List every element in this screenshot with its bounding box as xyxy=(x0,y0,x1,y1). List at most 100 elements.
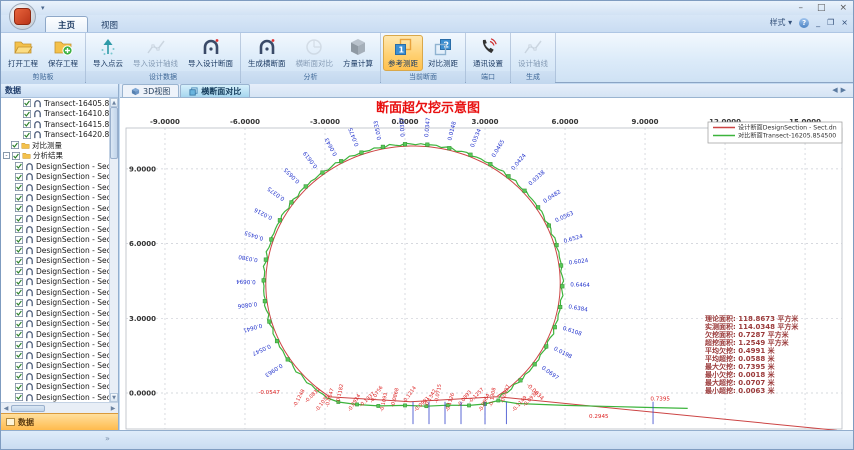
ribbon-button-reference-station[interactable]: 1参考测距 xyxy=(383,35,423,71)
tree-item-label: DesignSection - Sect xyxy=(36,393,109,402)
ribbon-button-compare-station[interactable]: 2对比测距 xyxy=(423,35,463,71)
tree-item-designsection[interactable]: DesignSection - Sect xyxy=(1,256,109,267)
tree-item-designsection[interactable]: DesignSection - Sect xyxy=(1,371,109,382)
ribbon-minimize-button[interactable]: _ xyxy=(816,18,820,27)
tree-item-folder[interactable]: 对比测量 xyxy=(1,140,109,151)
tree-item-folder[interactable]: -分析结果 xyxy=(1,151,109,162)
checkbox-icon[interactable] xyxy=(23,120,31,128)
scroll-up-icon[interactable]: ▲ xyxy=(110,98,118,107)
checkbox-icon[interactable] xyxy=(15,383,23,391)
checkbox-icon[interactable] xyxy=(15,320,23,328)
tree-item-designsection[interactable]: DesignSection - Sect xyxy=(1,224,109,235)
tree-item-label: DesignSection - Sect xyxy=(36,256,109,265)
tree-horizontal-scrollbar[interactable]: ◀ ▶ xyxy=(1,402,118,413)
window-close-button[interactable]: × xyxy=(839,2,847,14)
tree-item-designsection[interactable]: DesignSection - Sect xyxy=(1,319,109,330)
checkbox-icon[interactable] xyxy=(15,194,23,202)
ribbon-button-open-project[interactable]: 打开工程 xyxy=(3,35,43,71)
ribbon-button-import-pointcloud[interactable]: 导入点云 xyxy=(88,35,128,71)
doc-tab-view3d[interactable]: 3D视图 xyxy=(122,84,179,97)
checkbox-icon[interactable] xyxy=(15,351,23,359)
tree-item-designsection[interactable]: DesignSection - Sect xyxy=(1,245,109,256)
tree-item-designsection[interactable]: DesignSection - Sect xyxy=(1,350,109,361)
tree-item-designsection[interactable]: DesignSection - Sect xyxy=(1,161,109,172)
scroll-right-icon[interactable]: ▶ xyxy=(108,405,118,412)
tree-item-transect[interactable]: Transect-16415.85 xyxy=(1,119,109,130)
checkbox-icon[interactable] xyxy=(15,246,23,254)
tree-item-designsection[interactable]: DesignSection - Sect xyxy=(1,287,109,298)
tree-item-designsection[interactable]: DesignSection - Sect xyxy=(1,172,109,183)
ribbon-restore-button[interactable]: ❐ xyxy=(827,18,834,27)
tree-item-designsection[interactable]: DesignSection - Sect xyxy=(1,193,109,204)
checkbox-icon[interactable] xyxy=(15,372,23,380)
checkbox-icon[interactable] xyxy=(15,330,23,338)
tree-item-designsection[interactable]: DesignSection - Sect xyxy=(1,329,109,340)
checkbox-icon[interactable] xyxy=(15,236,23,244)
tree-item-designsection[interactable]: DesignSection - Sect xyxy=(1,392,109,402)
scrollbar-thumb[interactable] xyxy=(110,107,118,159)
checkbox-icon[interactable] xyxy=(15,341,23,349)
tree-item-designsection[interactable]: DesignSection - Sect xyxy=(1,382,109,393)
scrollbar-thumb[interactable] xyxy=(11,405,45,412)
checkbox-icon[interactable] xyxy=(15,278,23,286)
tree-item-designsection[interactable]: DesignSection - Sect xyxy=(1,203,109,214)
ribbon-button-import-section[interactable]: 导入设计断面 xyxy=(183,35,238,71)
checkbox-icon[interactable] xyxy=(15,225,23,233)
checkbox-icon[interactable] xyxy=(15,299,23,307)
tree-item-designsection[interactable]: DesignSection - Sect xyxy=(1,266,109,277)
checkbox-icon[interactable] xyxy=(15,183,23,191)
ribbon-button-volume-calc[interactable]: 方量计算 xyxy=(338,35,378,71)
checkbox-icon[interactable] xyxy=(15,362,23,370)
svg-text:0.0475: 0.0475 xyxy=(348,126,361,147)
quick-access-dropdown-icon[interactable]: ▾ xyxy=(41,4,45,12)
window-maximize-button[interactable]: □ xyxy=(817,2,826,14)
ribbon-close-button[interactable]: × xyxy=(841,18,848,27)
ribbon-button-save-project[interactable]: 保存工程 xyxy=(43,35,83,71)
doc-tab-compare-tab[interactable]: 横断面对比 xyxy=(180,84,250,97)
checkbox-icon[interactable] xyxy=(23,131,31,139)
tree-item-transect[interactable]: Transect-16405.85 xyxy=(1,98,109,109)
expander-icon[interactable]: - xyxy=(3,152,10,159)
checkbox-icon[interactable] xyxy=(11,141,19,149)
ribbon-button-label: 导入点云 xyxy=(93,58,123,69)
tab-scroll-arrows[interactable]: ◀▶ xyxy=(832,86,849,94)
tree-item-designsection[interactable]: DesignSection - Sect xyxy=(1,235,109,246)
checkbox-icon[interactable] xyxy=(15,257,23,265)
checkbox-icon[interactable] xyxy=(15,173,23,181)
style-dropdown[interactable]: 样式 ▾ xyxy=(770,17,793,28)
ribbon-button-comm-settings[interactable]: 通讯设置 xyxy=(468,35,508,71)
ribbon-button-section-compare[interactable]: 横断面对比 xyxy=(291,35,339,71)
checkbox-icon[interactable] xyxy=(15,267,23,275)
ribbon-button-generate-section[interactable]: 生成横断面 xyxy=(243,35,291,71)
tree-vertical-scrollbar[interactable]: ▲ ▼ xyxy=(109,98,118,402)
scroll-down-icon[interactable]: ▼ xyxy=(110,393,118,402)
checkbox-icon[interactable] xyxy=(12,152,20,160)
ribbon-button-import-axis[interactable]: 导入设计轴线 xyxy=(128,35,183,71)
tree-item-designsection[interactable]: DesignSection - Sect xyxy=(1,308,109,319)
checkbox-icon[interactable] xyxy=(15,204,23,212)
app-logo-icon[interactable] xyxy=(9,3,36,30)
tree-item-designsection[interactable]: DesignSection - Sect xyxy=(1,214,109,225)
checkbox-icon[interactable] xyxy=(15,288,23,296)
tree-item-designsection[interactable]: DesignSection - Sect xyxy=(1,340,109,351)
tree-item-designsection[interactable]: DesignSection - Sect xyxy=(1,361,109,372)
ribbon-button-design-axis[interactable]: 设计轴线 xyxy=(513,35,553,71)
data-panel-tab[interactable]: 数据 xyxy=(1,413,118,430)
checkbox-icon[interactable] xyxy=(15,162,23,170)
checkbox-icon[interactable] xyxy=(23,99,31,107)
checkbox-icon[interactable] xyxy=(15,215,23,223)
checkbox-icon[interactable] xyxy=(15,309,23,317)
window-minimize-button[interactable]: – xyxy=(798,2,803,14)
checkbox-icon[interactable] xyxy=(23,110,31,118)
tree-item-designsection[interactable]: DesignSection - Sect xyxy=(1,182,109,193)
checkbox-icon[interactable] xyxy=(15,393,23,401)
tree-item-designsection[interactable]: DesignSection - Sect xyxy=(1,277,109,288)
help-icon[interactable]: ? xyxy=(799,18,809,28)
tree-item-transect[interactable]: Transect-16420.85 xyxy=(1,130,109,141)
tree-item-designsection[interactable]: DesignSection - Sect xyxy=(1,298,109,309)
tree-item-transect[interactable]: Transect-16410.85 xyxy=(1,109,109,120)
scroll-left-icon[interactable]: ◀ xyxy=(1,405,11,412)
panel-overflow-icon[interactable]: » xyxy=(105,434,110,443)
svg-text:9.0000: 9.0000 xyxy=(632,118,659,126)
chart-canvas[interactable]: -9.0000-6.0000-3.00000.00003.00006.00009… xyxy=(120,98,854,432)
